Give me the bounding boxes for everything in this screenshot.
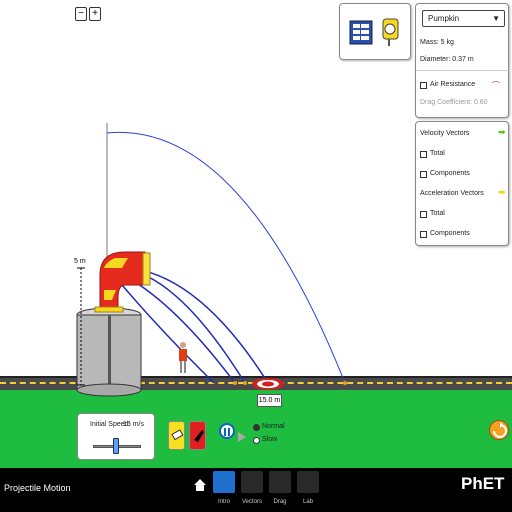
speed-slow-label: Slow bbox=[262, 436, 278, 443]
divider bbox=[416, 70, 510, 71]
toolbox-icons bbox=[349, 18, 399, 46]
acceleration-components-checkbox[interactable] bbox=[420, 231, 427, 238]
air-resistance-checkbox[interactable] bbox=[420, 82, 427, 89]
screen-lab-label: Lab bbox=[302, 499, 313, 505]
magnifier-plus-icon: + bbox=[92, 8, 98, 19]
eraser-icon bbox=[171, 429, 184, 441]
green-arrow-icon: ➡ bbox=[498, 127, 506, 137]
drag-coefficient-label: Drag Coefficient: 0.60 bbox=[420, 99, 488, 106]
navigation-bar: Projectile Motion Intro Vectors Drag Lab bbox=[0, 468, 512, 512]
projectile-selector[interactable]: Pumpkin ▼ bbox=[422, 10, 505, 27]
step-icon bbox=[238, 432, 246, 442]
fire-button[interactable] bbox=[189, 421, 206, 450]
velocity-components-label: Components bbox=[430, 170, 470, 177]
yellow-arrow-icon: ➡ bbox=[498, 187, 506, 197]
air-resistance-label: Air Resistance bbox=[430, 81, 476, 88]
lab-screen-icon bbox=[297, 471, 319, 493]
play-area: 5 m 15.0 m − + Pumpkin ▼ Mass: 5 kg Diam… bbox=[0, 0, 512, 512]
data-table-icon bbox=[349, 20, 373, 45]
home-button[interactable] bbox=[193, 478, 207, 492]
vectors-screen-icon bbox=[241, 471, 263, 493]
screen-intro-button[interactable]: Intro bbox=[213, 471, 235, 509]
person-figure bbox=[179, 342, 187, 373]
acceleration-vectors-title: Acceleration Vectors bbox=[420, 190, 484, 197]
pedestal-stripe bbox=[108, 315, 111, 390]
vectors-panel: Velocity Vectors ➡ Total Components Acce… bbox=[415, 121, 509, 246]
acceleration-total-label: Total bbox=[430, 210, 445, 217]
step-forward-button[interactable] bbox=[238, 429, 246, 442]
screen-drag-button[interactable]: Drag bbox=[269, 471, 291, 509]
selected-projectile: Pumpkin bbox=[428, 14, 460, 23]
toolbox-panel bbox=[339, 3, 411, 60]
play-pause-button[interactable] bbox=[219, 423, 235, 439]
phet-logo[interactable]: PhET bbox=[461, 474, 504, 494]
velocity-components-checkbox[interactable] bbox=[420, 171, 427, 178]
target-distance-label[interactable]: 15.0 m bbox=[257, 394, 282, 407]
cannon-base-ring bbox=[94, 306, 124, 313]
chevron-down-icon: ▼ bbox=[492, 14, 500, 23]
pause-icon bbox=[224, 428, 230, 436]
projectile-panel: Pumpkin ▼ Mass: 5 kg Diameter: 0.37 m Ai… bbox=[415, 3, 510, 118]
reset-all-button[interactable] bbox=[489, 420, 509, 440]
zoom-in-button[interactable]: + bbox=[89, 7, 101, 21]
velocity-vectors-title: Velocity Vectors bbox=[420, 130, 470, 137]
acceleration-components-label: Components bbox=[430, 230, 470, 237]
mass-label: Mass: 5 kg bbox=[420, 39, 454, 46]
magnifier-minus-icon: − bbox=[78, 8, 84, 19]
velocity-total-checkbox[interactable] bbox=[420, 151, 427, 158]
sim-title: Projectile Motion bbox=[4, 483, 71, 493]
cannon-fire-icon bbox=[194, 430, 204, 442]
air-icon: ⌒ bbox=[492, 81, 500, 90]
pedestal-bottom bbox=[76, 383, 142, 397]
diameter-label: Diameter: 0.37 m bbox=[420, 56, 474, 63]
velocity-total-label: Total bbox=[430, 150, 445, 157]
speed-slow-radio[interactable] bbox=[253, 437, 260, 444]
speed-normal-radio[interactable] bbox=[253, 424, 260, 431]
initial-speed-control: Initial Speed: 15 m/s bbox=[77, 413, 155, 460]
cannon-muzzle bbox=[142, 252, 151, 286]
home-icon bbox=[194, 479, 206, 491]
landing-marks bbox=[233, 381, 347, 385]
tape-measure-icon bbox=[382, 18, 399, 46]
speed-normal-label: Normal bbox=[262, 423, 285, 430]
screen-vectors-button[interactable]: Vectors bbox=[241, 471, 263, 509]
drag-screen-icon bbox=[269, 471, 291, 493]
eraser-button[interactable] bbox=[168, 421, 185, 450]
screen-lab-button[interactable]: Lab bbox=[297, 471, 319, 509]
initial-speed-value: 15 m/s bbox=[123, 421, 145, 428]
intro-screen-icon bbox=[213, 471, 235, 493]
height-label: 5 m bbox=[74, 258, 86, 265]
zoom-out-button[interactable]: − bbox=[75, 7, 87, 21]
initial-speed-thumb[interactable] bbox=[113, 438, 119, 454]
acceleration-total-checkbox[interactable] bbox=[420, 211, 427, 218]
